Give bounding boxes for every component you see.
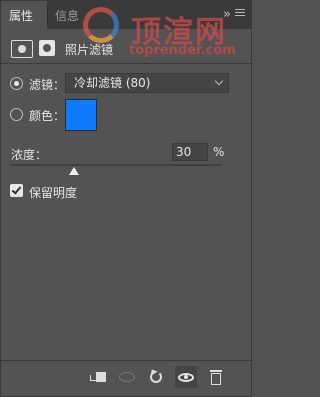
preserve-luminosity-label: 保留明度 bbox=[29, 186, 78, 200]
filter-select-value: 冷却滤镜 (80) bbox=[74, 76, 151, 90]
color-radio[interactable] bbox=[10, 108, 23, 121]
mask-icon[interactable] bbox=[39, 40, 55, 56]
density-slider-track[interactable] bbox=[11, 164, 221, 166]
properties-panel: 属性 信息 » 照片滤镜 滤镜： 冷却滤镜 (80) 颜色： 浓度： 30 % … bbox=[0, 0, 252, 397]
reset-icon[interactable] bbox=[146, 366, 168, 388]
density-unit: % bbox=[213, 145, 225, 159]
collapse-panel-icon[interactable]: » bbox=[223, 7, 231, 22]
panel-menu-icon[interactable] bbox=[235, 9, 245, 19]
density-input[interactable]: 30 bbox=[172, 143, 208, 161]
color-label: 颜色： bbox=[29, 109, 66, 123]
clip-to-layer-icon[interactable] bbox=[87, 366, 109, 388]
visibility-eye-icon[interactable] bbox=[175, 366, 197, 388]
trash-icon[interactable] bbox=[206, 366, 228, 388]
panel-tab-bar: 属性 信息 » bbox=[1, 1, 251, 29]
filter-label: 滤镜： bbox=[29, 78, 66, 92]
preserve-luminosity-checkbox[interactable] bbox=[10, 184, 23, 197]
filter-radio[interactable] bbox=[10, 77, 23, 90]
density-label: 浓度： bbox=[11, 148, 48, 162]
adjustment-camera-icon[interactable] bbox=[11, 40, 33, 58]
chevron-down-icon bbox=[214, 76, 224, 86]
toolbar-divider bbox=[1, 360, 251, 361]
adjustment-title: 照片滤镜 bbox=[65, 43, 114, 57]
color-swatch[interactable] bbox=[65, 99, 97, 131]
filter-select[interactable]: 冷却滤镜 (80) bbox=[65, 73, 229, 93]
tab-info[interactable]: 信息 bbox=[47, 1, 87, 29]
header-divider bbox=[1, 63, 251, 64]
tab-properties[interactable]: 属性 bbox=[1, 1, 47, 29]
view-previous-icon[interactable] bbox=[117, 366, 139, 388]
density-slider-thumb[interactable] bbox=[69, 167, 79, 175]
adjustment-header: 照片滤镜 bbox=[1, 35, 251, 63]
